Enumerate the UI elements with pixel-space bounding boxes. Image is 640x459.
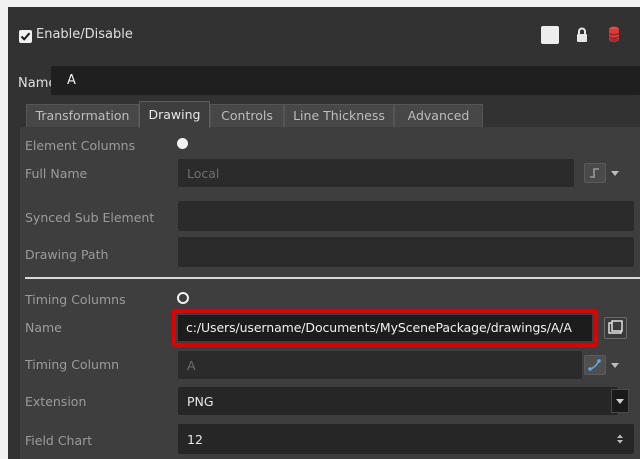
tab-controls[interactable]: Controls: [210, 104, 284, 127]
timing-column-label: Timing Column: [25, 357, 120, 372]
element-columns-label: Element Columns: [25, 138, 136, 153]
link-curve-icon: [590, 168, 599, 178]
white-square-icon[interactable]: [541, 26, 559, 44]
field-chart-value: 12: [187, 432, 203, 447]
extension-dropdown-button[interactable]: [611, 389, 629, 413]
extension-value: PNG: [187, 394, 214, 409]
link-curve-button[interactable]: [584, 163, 606, 183]
full-name-value: Local: [187, 166, 220, 181]
extension-label: Extension: [25, 394, 87, 409]
tab-drawing[interactable]: Drawing: [139, 101, 210, 128]
timing-column-input[interactable]: A: [178, 351, 582, 379]
timing-name-label: Name: [25, 320, 62, 335]
highlight-box: [172, 309, 598, 347]
synced-sub-element-label: Synced Sub Element: [25, 210, 155, 225]
layer-name-value: A: [67, 73, 76, 88]
timing-columns-label: Timing Columns: [25, 292, 126, 307]
extension-select[interactable]: PNG: [178, 387, 618, 415]
chevron-down-icon: [616, 399, 624, 404]
full-name-input[interactable]: Local: [178, 159, 574, 187]
layer-properties-panel: Enable/Disable Name: A Transformation Dr…: [8, 7, 640, 459]
checkmark-icon: [20, 32, 31, 41]
lock-icon[interactable]: [576, 27, 588, 47]
layer-name-input[interactable]: A: [51, 66, 640, 95]
section-divider: [25, 277, 640, 279]
browse-button[interactable]: [604, 317, 627, 339]
timing-column-dropdown-icon[interactable]: [611, 363, 619, 368]
function-curve-button[interactable]: [584, 355, 606, 375]
database-icon[interactable]: [608, 26, 620, 48]
enable-disable-label: Enable/Disable: [36, 27, 133, 42]
timing-columns-radio[interactable]: [177, 292, 189, 304]
field-chart-spinbox[interactable]: 12: [178, 424, 634, 454]
synced-sub-element-input[interactable]: [178, 201, 634, 231]
drawing-path-label: Drawing Path: [25, 247, 109, 262]
drawing-path-input[interactable]: [178, 237, 634, 267]
tab-advanced[interactable]: Advanced: [394, 104, 483, 127]
field-chart-label: Field Chart: [25, 433, 93, 448]
spin-arrows-icon[interactable]: [616, 433, 624, 445]
tab-line-thickness[interactable]: Line Thickness: [284, 104, 394, 127]
full-name-label: Full Name: [25, 166, 88, 181]
timing-column-value: A: [187, 358, 196, 373]
element-columns-radio[interactable]: [177, 138, 188, 149]
full-name-dropdown-icon[interactable]: [611, 171, 619, 176]
function-curve-icon: [588, 359, 601, 371]
browse-folder-icon: [608, 320, 623, 334]
enable-checkbox[interactable]: [19, 30, 32, 43]
tab-transformation[interactable]: Transformation: [26, 104, 139, 127]
